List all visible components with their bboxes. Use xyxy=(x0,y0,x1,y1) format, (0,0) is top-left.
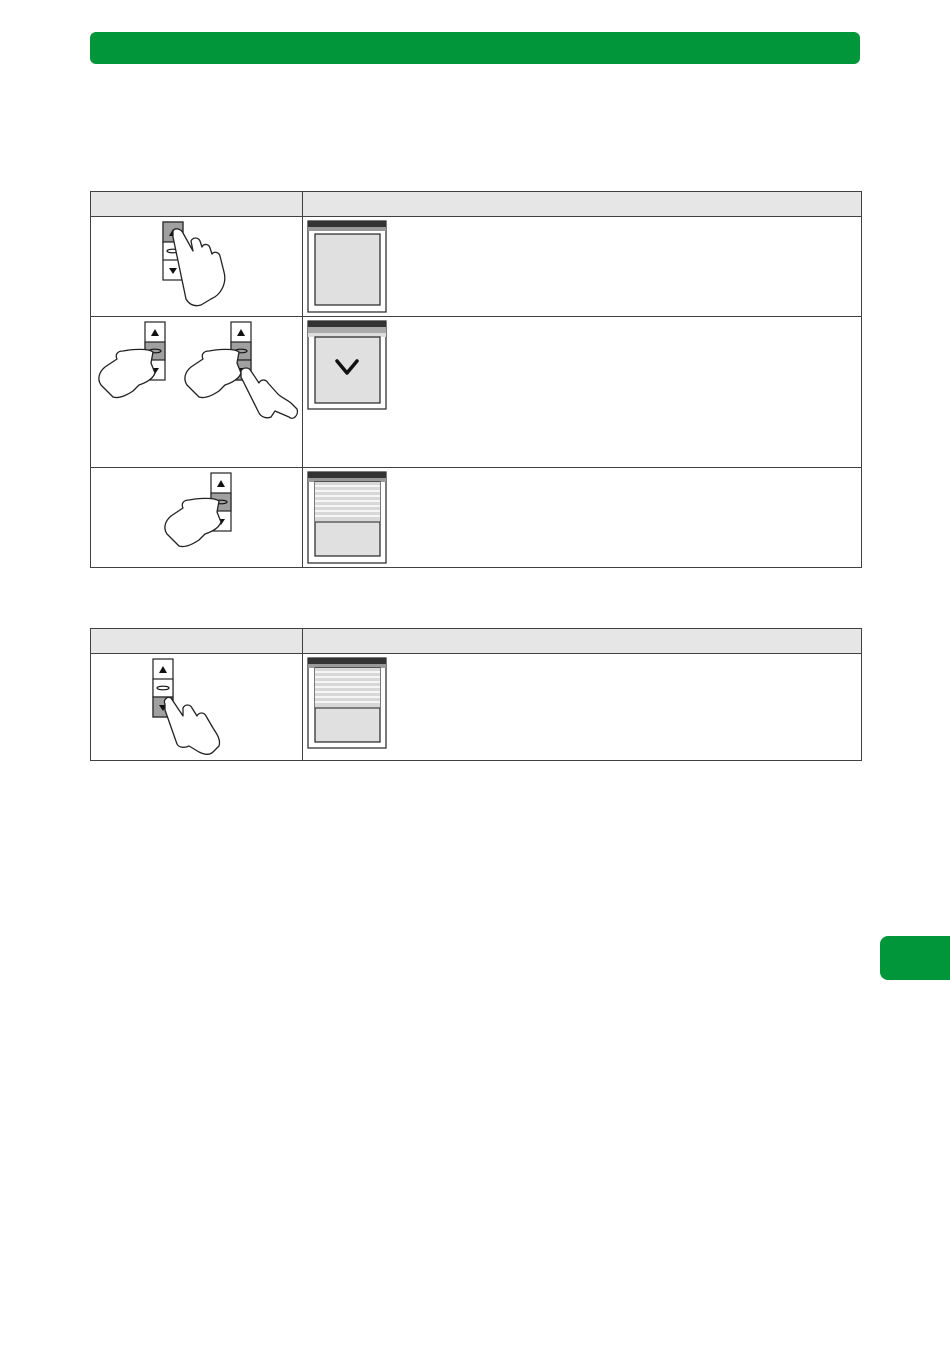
stop-illustration xyxy=(98,321,299,419)
result-cell xyxy=(302,316,862,468)
pointing-hand-icon xyxy=(164,497,222,548)
window-shutter-icon xyxy=(307,471,387,564)
pointing-hand-icon xyxy=(240,367,299,419)
shutter-slats xyxy=(315,482,380,523)
chapter-header-bar xyxy=(90,32,860,64)
pointing-hand-icon xyxy=(98,348,156,399)
control-cell xyxy=(90,216,303,317)
header-cell-control xyxy=(90,191,303,217)
result-cell xyxy=(302,216,862,317)
header-cell-control xyxy=(90,628,303,654)
table-row xyxy=(90,653,862,761)
window-shutter-icon xyxy=(307,320,387,410)
control-cell xyxy=(90,467,303,568)
pointing-hand-icon xyxy=(163,696,221,755)
result-cell xyxy=(302,653,862,761)
table-header-row xyxy=(90,191,862,217)
window-shutter-icon xyxy=(307,220,387,313)
shutter-slats xyxy=(315,668,380,709)
press-up-illustration xyxy=(162,221,226,307)
control-cell xyxy=(90,316,303,468)
table-row xyxy=(90,316,862,468)
table-row xyxy=(90,216,862,317)
pointing-hand-icon xyxy=(172,228,226,307)
operation-table-2 xyxy=(90,628,862,761)
result-cell xyxy=(302,467,862,568)
chapter-side-tab xyxy=(880,936,950,980)
header-cell-result xyxy=(302,628,862,654)
press-down-illustration xyxy=(152,658,221,755)
press-middle-illustration xyxy=(164,472,232,548)
control-cell xyxy=(90,653,303,761)
table-row xyxy=(90,467,862,568)
table-header-row xyxy=(90,628,862,654)
header-cell-result xyxy=(302,191,862,217)
window-shutter-icon xyxy=(307,657,387,749)
operation-table-1 xyxy=(90,191,862,568)
pointing-hand-icon xyxy=(184,348,242,399)
